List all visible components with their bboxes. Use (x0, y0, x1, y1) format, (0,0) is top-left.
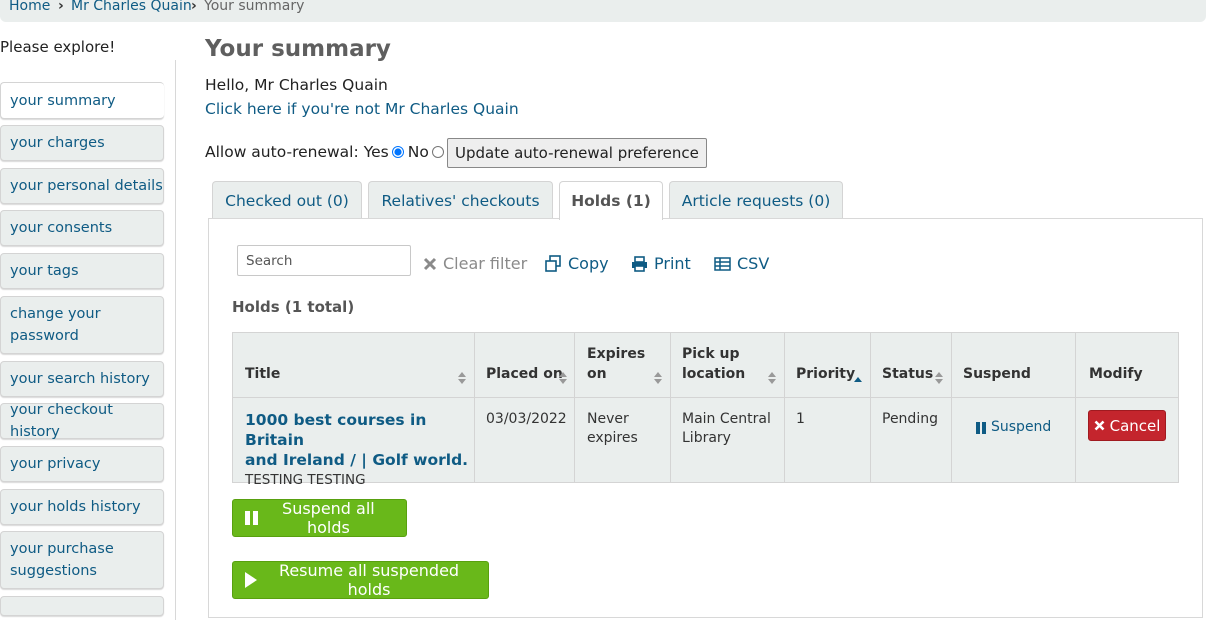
pause-icon (976, 421, 986, 434)
update-auto-renewal-button[interactable]: Update auto-renewal preference (447, 138, 707, 168)
copy-button[interactable]: Copy (545, 254, 609, 273)
column-divider (784, 333, 785, 482)
not-me-link[interactable]: Click here if you're not Mr Charles Quai… (205, 100, 519, 118)
print-button[interactable]: Print (631, 254, 691, 273)
column-divider (474, 333, 475, 482)
suspend-hold-label: Suspend (991, 419, 1052, 435)
suspend-hold-link[interactable]: Suspend (976, 418, 1051, 437)
close-icon (423, 257, 437, 271)
sort-icon[interactable] (559, 372, 567, 386)
sidebar-item-holds-history[interactable]: your holds history (0, 489, 164, 525)
sort-icon[interactable] (768, 372, 776, 386)
sidebar-item-charges[interactable]: your charges (0, 125, 164, 161)
sidebar-item-checkout-history[interactable]: your checkout history (0, 402, 164, 440)
auto-renewal-label: Allow auto-renewal: (205, 143, 359, 161)
suspend-all-holds-label: Suspend all holds (282, 499, 375, 537)
breadcrumb-patron-link[interactable]: Mr Charles Quain (71, 0, 192, 14)
play-icon (245, 572, 257, 588)
tab-checked-out[interactable]: Checked out (0) (212, 181, 362, 219)
sidebar-item-privacy[interactable]: your privacy (0, 446, 164, 482)
table-row-title-cell: 1000 best courses in Britain and Ireland… (245, 410, 470, 490)
sidebar-item-change-password[interactable]: change your password (0, 296, 164, 354)
auto-renewal-yes-radio[interactable] (391, 146, 404, 158)
sort-ascending-icon[interactable] (854, 372, 862, 386)
csv-table-icon (714, 256, 731, 271)
column-divider (574, 333, 575, 482)
column-divider (1075, 333, 1076, 482)
column-header-priority[interactable]: Priority (796, 364, 855, 384)
hold-expires: Never expires (587, 411, 638, 446)
hold-priority: 1 (796, 411, 805, 427)
column-header-modify: Modify (1089, 366, 1143, 382)
clear-filter-label: Clear filter (443, 254, 528, 273)
breadcrumb-separator: › (58, 0, 64, 14)
tab-relatives-checkouts[interactable]: Relatives' checkouts (368, 181, 553, 219)
page-title: Your summary (205, 36, 391, 62)
column-header-title[interactable]: Title (245, 364, 280, 384)
sidebar-item-consents[interactable]: your consents (0, 210, 164, 246)
column-header-suspend: Suspend (963, 366, 1031, 382)
column-header-placed-on[interactable]: Placed on (486, 364, 563, 384)
resume-all-holds-label: Resume all suspended holds (278, 561, 460, 599)
column-divider (951, 333, 952, 482)
sidebar-item-tags[interactable]: your tags (0, 253, 164, 289)
hold-pickup-location: Main Central Library (682, 411, 771, 446)
sort-icon[interactable] (935, 372, 943, 386)
holds-total-heading: Holds (1 total) (232, 298, 355, 316)
column-header-pickup-location[interactable]: Pick up location (682, 344, 745, 384)
column-header-status[interactable]: Status (882, 364, 933, 384)
pause-icon (245, 511, 258, 525)
column-divider (870, 333, 871, 482)
hold-title-link[interactable]: 1000 best courses in Britain and Ireland… (245, 410, 470, 470)
breadcrumb: Home › Mr Charles Quain › Your summary (0, 0, 1206, 22)
copy-icon (545, 255, 562, 272)
column-header-expires-on[interactable]: Expires on (587, 344, 645, 384)
sidebar-item-search-history[interactable]: your search history (0, 361, 164, 397)
search-input[interactable] (237, 245, 411, 276)
breadcrumb-home-link[interactable]: Home (9, 0, 50, 14)
breadcrumb-current: Your summary (204, 0, 305, 14)
auto-renewal-no-radio[interactable] (431, 146, 444, 158)
close-icon (1094, 420, 1105, 431)
sort-icon[interactable] (458, 372, 466, 386)
greeting: Hello, Mr Charles Quain (205, 76, 388, 94)
cancel-hold-label: Cancel (1109, 416, 1161, 435)
csv-button[interactable]: CSV (714, 254, 769, 273)
sidebar-item-personal-details[interactable]: your personal details (0, 168, 164, 204)
sort-icon[interactable] (654, 372, 662, 386)
table-header-divider (233, 397, 1178, 398)
suspend-all-holds-button[interactable]: Suspend all holds (232, 499, 407, 537)
clear-filter-button[interactable]: Clear filter (423, 254, 527, 273)
print-label: Print (654, 254, 691, 273)
tab-holds[interactable]: Holds (1) (559, 181, 663, 220)
cancel-hold-button[interactable]: Cancel (1088, 410, 1166, 441)
column-divider (670, 333, 671, 482)
hold-status: Pending (882, 411, 938, 427)
auto-renewal-yes-label: Yes (363, 143, 389, 161)
tab-article-requests[interactable]: Article requests (0) (669, 181, 843, 219)
csv-label: CSV (737, 254, 770, 273)
sidebar-heading: Please explore! (0, 38, 116, 56)
breadcrumb-separator: › (191, 0, 197, 14)
sidebar-item-summary[interactable]: your summary (0, 82, 164, 119)
auto-renewal-no-label: No (407, 143, 429, 161)
sidebar-item-purchase-suggestions[interactable]: your purchase suggestions (0, 531, 164, 589)
auto-renewal-row: Allow auto-renewal: Yes No (205, 143, 448, 161)
hold-placed-on: 03/03/2022 (486, 411, 567, 427)
resume-all-holds-button[interactable]: Resume all suspended holds (232, 561, 489, 599)
print-icon (631, 255, 648, 272)
holds-table: Title Placed on Expires on Pick up locat… (232, 332, 1179, 488)
sidebar-item-more[interactable] (0, 596, 164, 616)
copy-label: Copy (568, 254, 609, 273)
hold-author: TESTING TESTING (245, 472, 366, 488)
